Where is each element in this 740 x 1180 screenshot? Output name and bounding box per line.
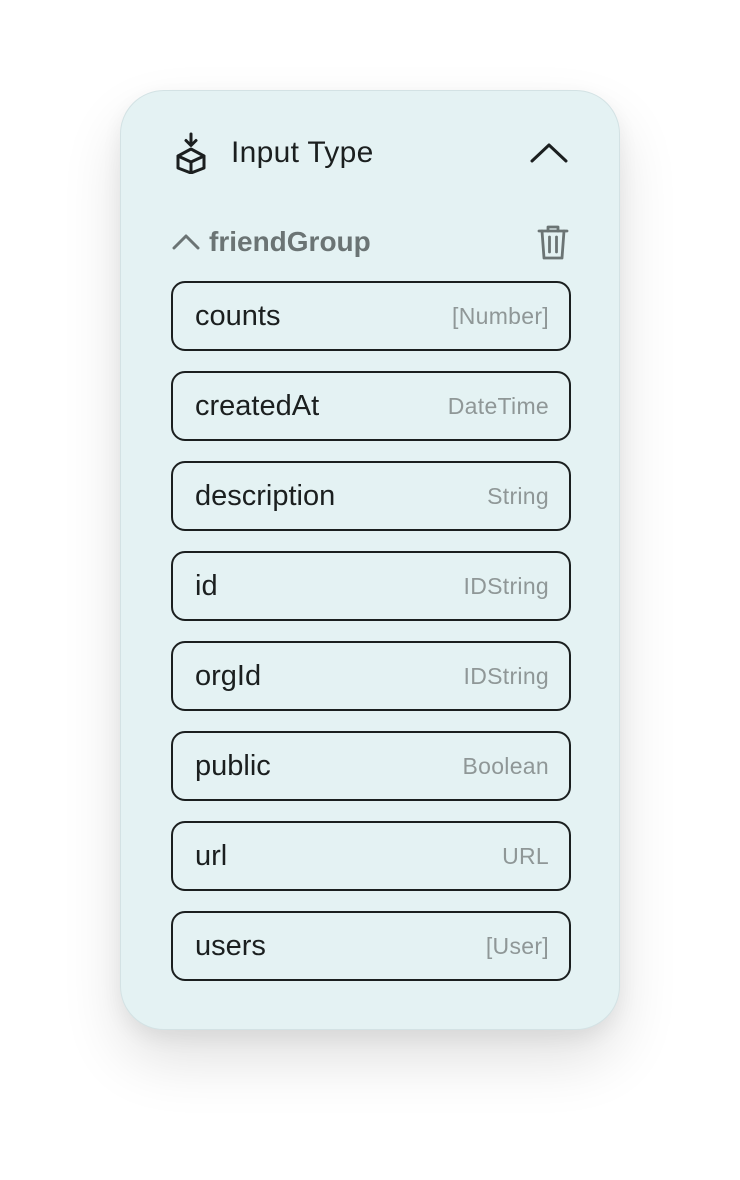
field-type: Boolean — [462, 752, 549, 779]
field-row[interactable]: orgId IDString — [171, 641, 571, 711]
delete-group-button[interactable] — [535, 221, 571, 263]
field-row[interactable]: description String — [171, 461, 571, 531]
field-list: counts [Number] createdAt DateTime descr… — [171, 281, 571, 1001]
field-name: orgId — [195, 659, 262, 692]
field-type: [User] — [485, 932, 549, 959]
panel-header: Input Type — [171, 129, 571, 177]
chevron-up-icon — [172, 234, 200, 250]
field-row[interactable]: url URL — [171, 821, 571, 891]
field-type: URL — [502, 842, 549, 869]
field-name: counts — [195, 299, 281, 332]
input-type-panel: Input Type friendGroup counts [Number] c… — [120, 90, 620, 1030]
field-row[interactable]: users [User] — [171, 911, 571, 981]
field-row[interactable]: createdAt DateTime — [171, 371, 571, 441]
group-collapse-toggle[interactable] — [171, 227, 201, 257]
group-name: friendGroup — [209, 226, 371, 257]
field-row[interactable]: id IDString — [171, 551, 571, 621]
collapse-panel-button[interactable] — [527, 131, 571, 175]
field-row[interactable]: public Boolean — [171, 731, 571, 801]
field-name: id — [195, 569, 218, 602]
field-name: public — [195, 749, 271, 782]
package-download-icon — [171, 131, 211, 175]
chevron-up-icon — [530, 143, 568, 163]
field-name: createdAt — [195, 389, 320, 422]
field-type: [Number] — [452, 302, 549, 329]
field-type: IDString — [463, 572, 549, 599]
group-header: friendGroup — [171, 219, 571, 265]
field-type: IDString — [463, 662, 549, 689]
trash-icon — [537, 225, 569, 260]
field-name: description — [195, 479, 336, 512]
field-type: DateTime — [447, 392, 549, 419]
field-type: String — [487, 482, 549, 509]
field-name: url — [195, 839, 228, 872]
field-name: users — [195, 929, 266, 962]
field-row[interactable]: counts [Number] — [171, 281, 571, 351]
panel-title: Input Type — [231, 136, 374, 169]
